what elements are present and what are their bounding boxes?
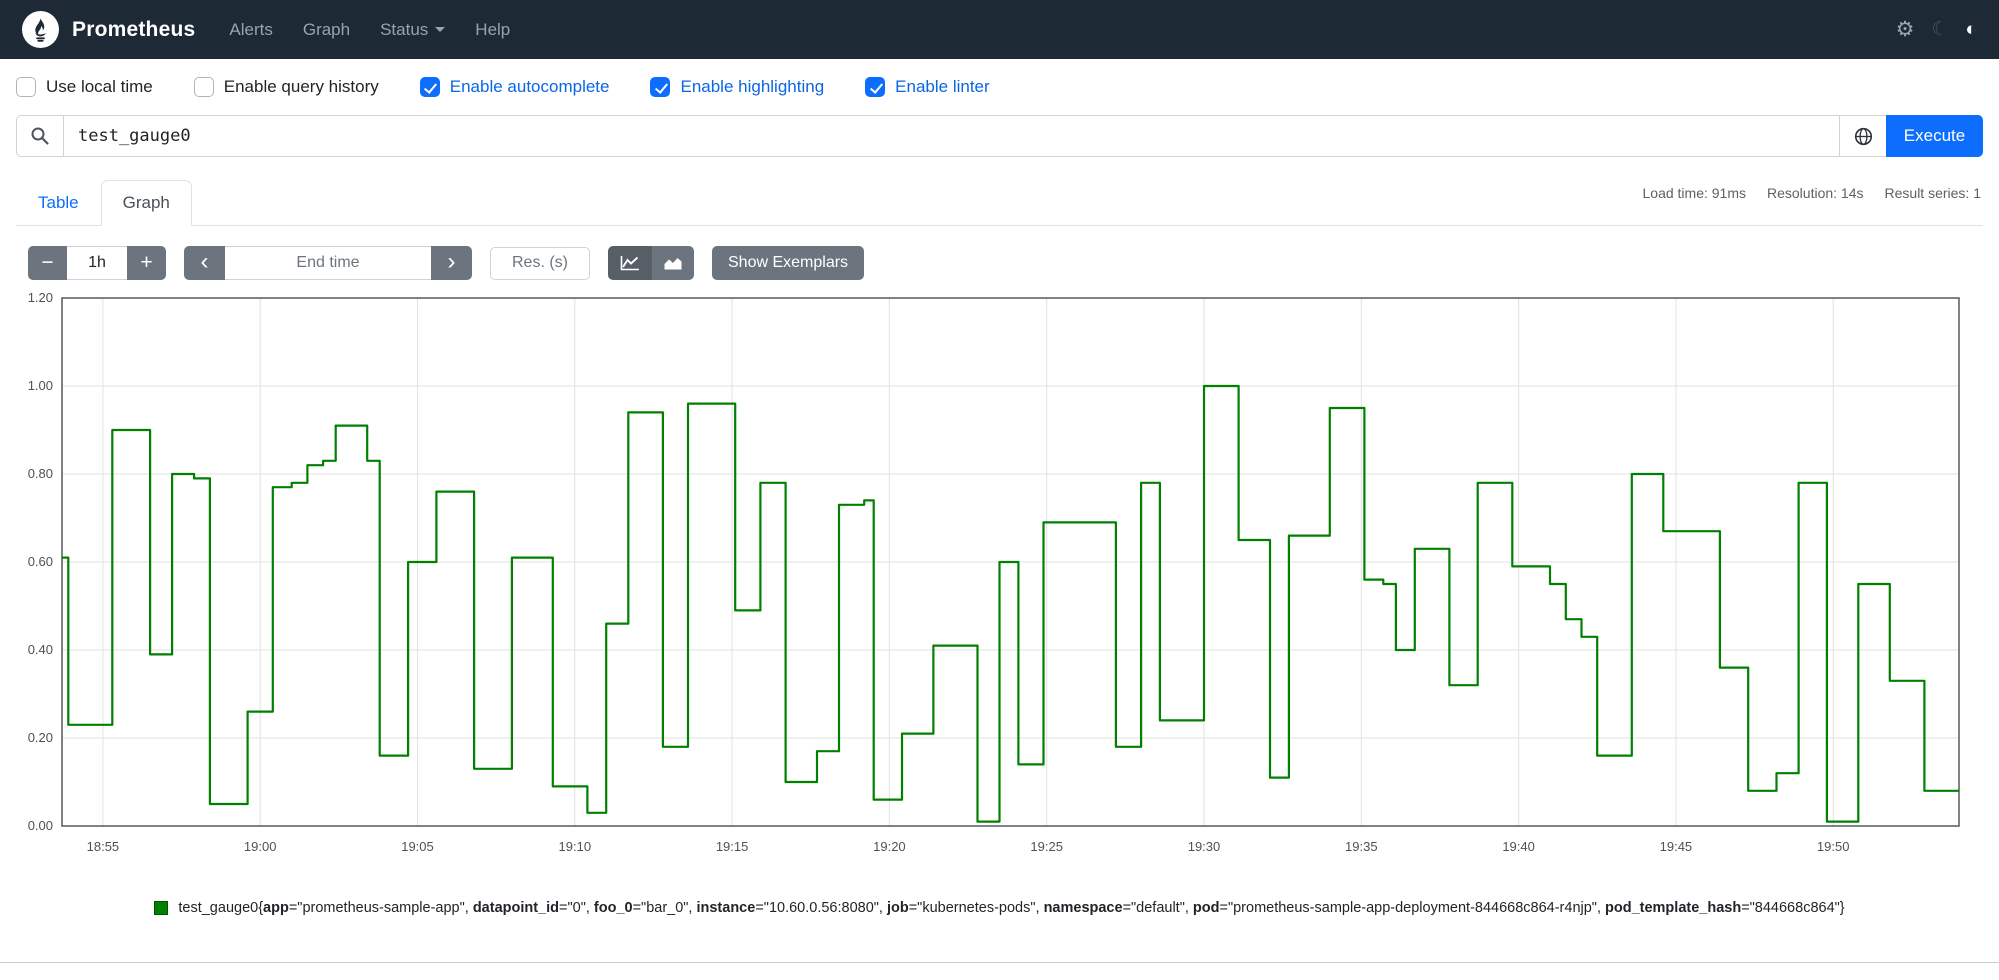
navbar: Prometheus Alerts Graph Status Help ⚙ ☾ … [0,0,1999,59]
graph-chart-container: 0.00 0.20 0.40 0.60 0.80 1.00 1.20 18:55 19:00 19… [14,288,1985,888]
checkbox-box[interactable] [419,77,440,97]
checkbox-use-local-time[interactable]: Use local time [16,77,153,97]
expression-input[interactable] [63,115,1840,157]
nav-link-status[interactable]: Status [380,19,446,40]
svg-text:19:20: 19:20 [873,839,906,854]
svg-text:19:40: 19:40 [1502,839,1535,854]
checkbox-enable-highlighting[interactable]: Enable highlighting [650,77,824,97]
query-row: Execute [0,115,1999,157]
nav-link-graph[interactable]: Graph [303,20,350,40]
search-addon [16,115,63,157]
svg-text:0.00: 0.00 [28,818,53,833]
end-time-input[interactable] [225,246,431,280]
svg-text:19:00: 19:00 [244,839,277,854]
app-title: Prometheus [72,17,196,41]
nav-link-label: Status [380,19,429,39]
endtime-control-group: ‹ › [184,246,472,280]
query-options-row: Use local time Enable query history Enab… [0,59,1999,111]
nav-link-label: Alerts [229,19,273,39]
range-control-group: − + [28,246,166,280]
metrics-explorer-globe-icon [1854,127,1872,145]
stat-resolution: Resolution: 14s [1767,185,1864,201]
stacked-chart-icon [664,258,682,270]
checkbox-enable-linter[interactable]: Enable linter [865,77,990,97]
graph-panel: − + ‹ › Show Exemplars 0.0 [0,246,1999,916]
checkbox-label: Enable linter [895,77,990,96]
metrics-explorer-addon[interactable] [1840,115,1886,157]
resolution-input[interactable] [490,246,590,280]
svg-text:18:55: 18:55 [87,839,120,854]
search-icon [31,127,49,145]
svg-text:19:10: 19:10 [559,839,592,854]
range-input[interactable] [67,246,127,280]
svg-text:0.80: 0.80 [28,466,53,481]
settings-gear-icon[interactable]: ⚙ [1896,19,1915,40]
theme-contrast-icon[interactable]: ◐ [1966,20,1977,39]
nav-link-label: Graph [302,19,351,39]
time-back-button[interactable]: ‹ [184,246,225,280]
checkbox-label: Enable query history [223,77,379,96]
stacked-chart-toggle-button[interactable] [651,246,694,280]
query-stats: Load time: 91ms Resolution: 14s Result s… [1643,185,1982,201]
line-chart-toggle-button[interactable] [608,246,651,280]
tab-table[interactable]: Table [16,180,101,226]
prometheus-logo-icon [22,11,59,48]
stat-load-time: Load time: 91ms [1642,185,1747,201]
checkbox-label: Enable highlighting [680,77,825,96]
show-exemplars-button[interactable]: Show Exemplars [712,246,865,280]
svg-text:19:50: 19:50 [1817,839,1850,854]
svg-text:19:35: 19:35 [1345,839,1378,854]
caret-down-icon [435,27,446,32]
checkbox-label: Enable autocomplete [449,77,610,96]
checkbox-enable-query-history[interactable]: Enable query history [193,77,379,97]
legend-swatch [154,901,169,915]
checkbox-label: Use local time [46,77,153,96]
checkbox-box[interactable] [650,77,671,97]
svg-text:1.00: 1.00 [28,378,53,393]
stat-result-series: Result series: 1 [1884,185,1981,201]
svg-text:19:15: 19:15 [716,839,749,854]
nav-link-help[interactable]: Help [475,20,510,40]
range-increase-button[interactable]: + [127,246,166,280]
graph-controls: − + ‹ › Show Exemplars [28,246,1971,280]
time-forward-button[interactable]: › [431,246,472,280]
bottom-divider [0,962,1999,963]
execute-button[interactable]: Execute [1886,115,1983,157]
line-chart-icon [620,256,639,271]
brand[interactable]: Prometheus [22,11,195,48]
svg-text:0.40: 0.40 [28,642,53,657]
checkbox-box[interactable] [16,77,36,97]
nav-link-label: Help [475,19,511,39]
svg-text:19:05: 19:05 [401,839,434,854]
tabs-row: Table Graph Load time: 91ms Resolution: … [16,177,1983,226]
svg-text:19:25: 19:25 [1030,839,1063,854]
svg-text:19:30: 19:30 [1188,839,1221,854]
checkbox-enable-autocomplete[interactable]: Enable autocomplete [419,77,610,97]
range-decrease-button[interactable]: − [28,246,67,280]
svg-text:0.60: 0.60 [28,554,53,569]
legend-row[interactable]: test_gauge0{app="prometheus-sample-app",… [0,900,1999,916]
graph-chart[interactable]: 0.00 0.20 0.40 0.60 0.80 1.00 1.20 18:55 19:00 19… [14,288,1985,888]
checkbox-box[interactable] [865,77,886,97]
svg-text:0.20: 0.20 [28,730,53,745]
nav-links: Alerts Graph Status Help [229,20,510,40]
chart-type-toggle-group [608,246,694,280]
nav-link-alerts[interactable]: Alerts [229,20,272,40]
tab-graph[interactable]: Graph [100,180,192,226]
legend-series-label: test_gauge0{app="prometheus-sample-app",… [178,900,1845,916]
svg-text:1.20: 1.20 [28,290,53,305]
svg-text:19:45: 19:45 [1660,839,1693,854]
checkbox-box[interactable] [193,77,214,97]
navbar-right: ⚙ ☾ ◐ [1896,19,1977,40]
theme-moon-icon[interactable]: ☾ [1931,20,1948,39]
